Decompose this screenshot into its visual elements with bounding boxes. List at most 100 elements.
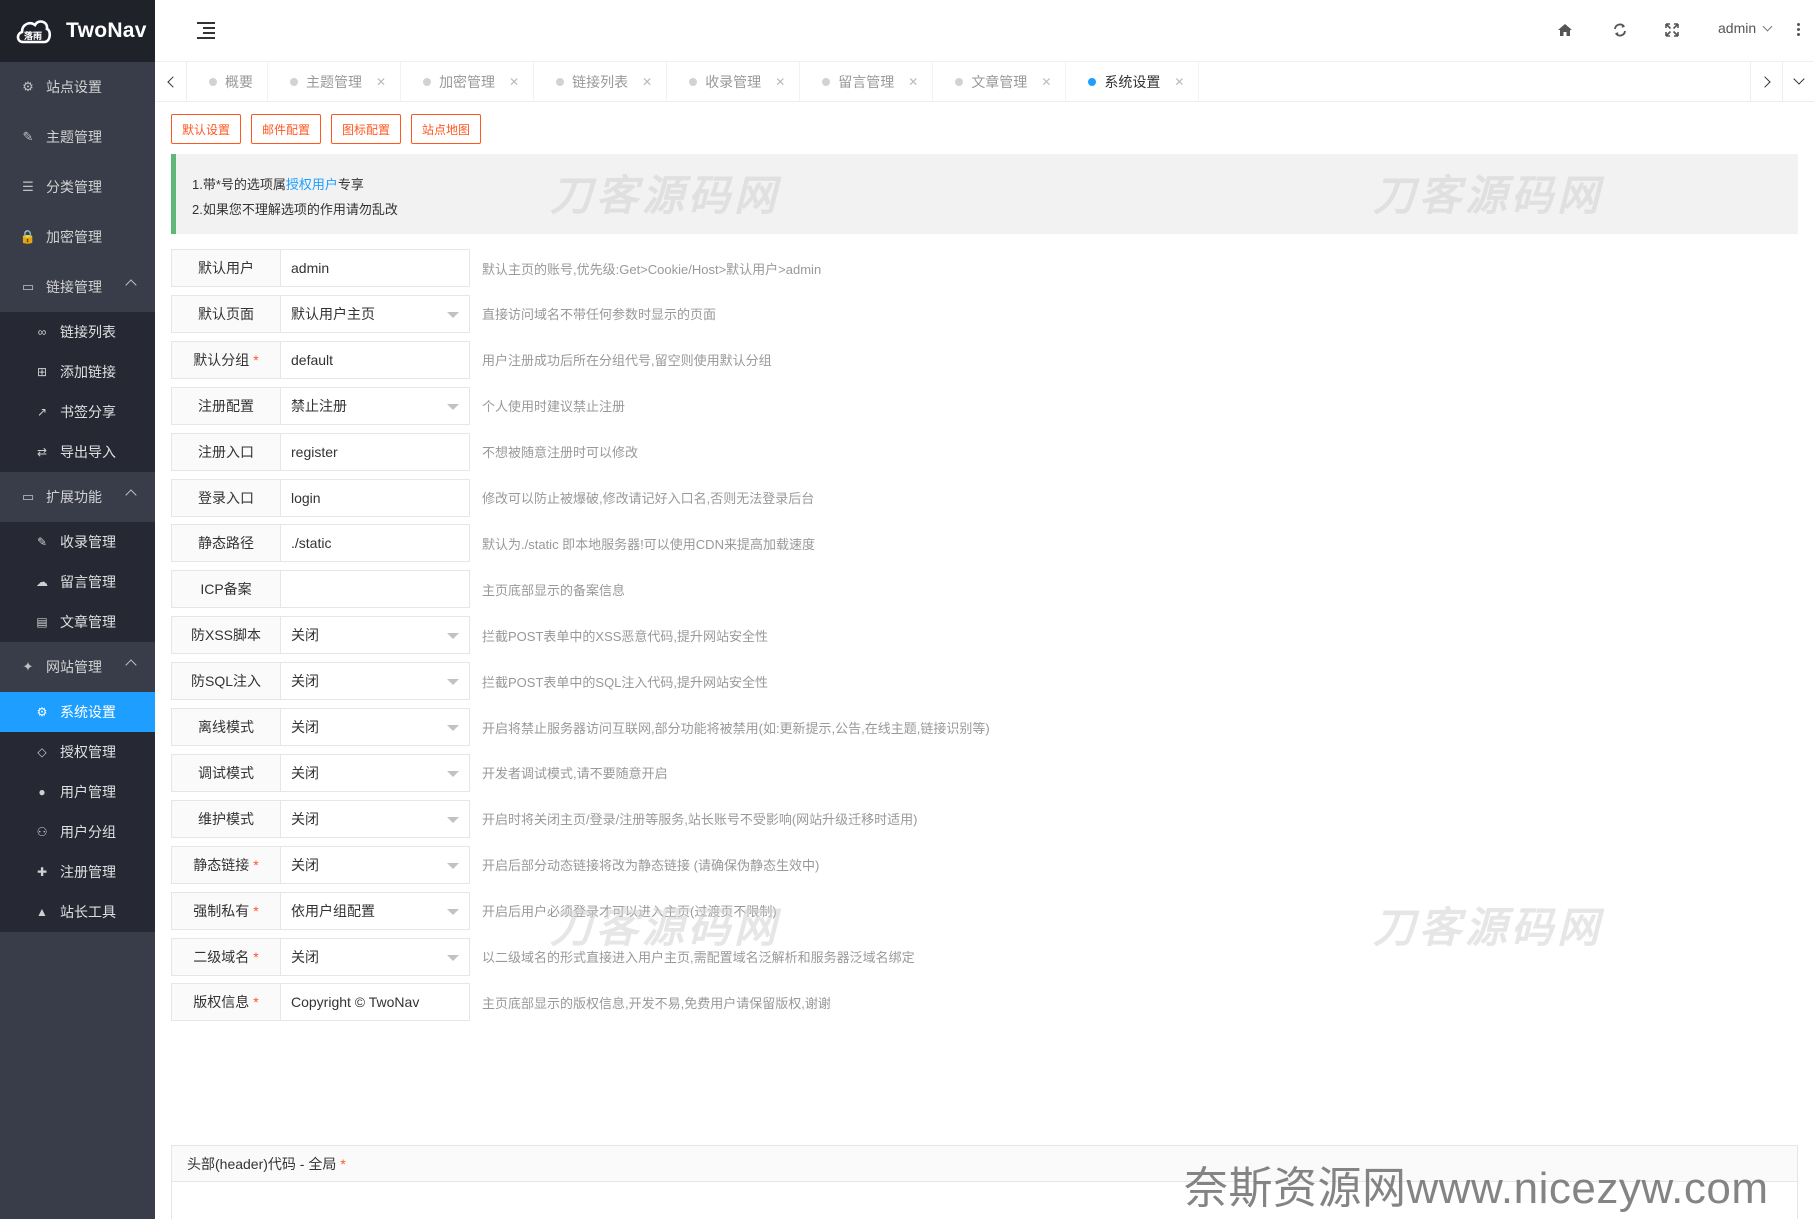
sidebar-subitem[interactable]: ⊞ 添加链接 — [0, 352, 155, 392]
form-select[interactable]: 关闭 — [280, 799, 470, 838]
user-plus-icon: ✚ — [36, 865, 48, 879]
tab-status-dot — [822, 78, 831, 86]
sidebar-item-label: 网站管理 — [46, 659, 102, 675]
sidebar-subitem[interactable]: ▤ 文章管理 — [0, 602, 155, 642]
svg-text:落雨: 落雨 — [24, 30, 42, 42]
sidebar-subitem[interactable]: ☁ 留言管理 — [0, 562, 155, 602]
fullscreen-icon[interactable] — [1662, 20, 1682, 40]
form-input[interactable]: login — [280, 478, 470, 517]
form-select[interactable]: 关闭 — [280, 708, 470, 746]
sidebar-item[interactable]: ✎ 主题管理 — [0, 112, 155, 162]
tabs-scroll-left-button[interactable] — [155, 62, 187, 102]
settings-subtab-button[interactable]: 图标配置 — [331, 114, 402, 144]
form-select[interactable]: 关闭 — [280, 616, 470, 655]
form-value: 关闭 — [291, 627, 319, 644]
magic-wand-icon: ✎ — [22, 129, 34, 144]
authorized-user-link[interactable]: 授权用户 — [286, 177, 338, 192]
tabs-scroll-right-button[interactable] — [1750, 62, 1782, 102]
form-select[interactable]: 关闭 — [280, 845, 470, 884]
settings-subtabs: 默认设置 邮件配置 图标配置 站点地图 — [171, 114, 491, 144]
page-tab[interactable]: 收录管理 ✕ — [667, 62, 801, 102]
close-icon[interactable]: ✕ — [1041, 75, 1051, 89]
form-hint: 默认主页的账号,优先级:Get>Cookie/Host>默认用户>admin — [482, 261, 822, 277]
form-label: 静态链接 * — [171, 845, 281, 884]
close-icon[interactable]: ✕ — [775, 75, 785, 89]
form-select[interactable]: 关闭 — [280, 662, 470, 701]
sidebar-subitem[interactable]: ✚ 注册管理 — [0, 852, 155, 892]
sidebar-subitem[interactable]: ∞ 链接列表 — [0, 312, 155, 352]
form-select[interactable]: 禁止注册 — [280, 386, 470, 425]
sidebar-subitem[interactable]: ⚙ 系统设置 — [0, 692, 155, 732]
tab-status-dot — [1088, 78, 1097, 86]
close-icon[interactable]: ✕ — [509, 75, 519, 89]
form-select[interactable]: 关闭 — [280, 937, 470, 976]
required-mark: * — [340, 1155, 346, 1172]
link-icon: ∞ — [37, 325, 47, 339]
user-menu[interactable]: admin — [1718, 20, 1773, 36]
sidebar-subitem[interactable]: ⚇ 用户分组 — [0, 812, 155, 852]
form-hint: 以二级域名的形式直接进入用户主页,需配置域名泛解析和服务器泛域名绑定 — [482, 950, 915, 965]
close-icon[interactable]: ✕ — [642, 75, 652, 89]
sidebar-subitem[interactable]: ▲ 站长工具 — [0, 892, 155, 932]
form-input[interactable] — [280, 570, 470, 609]
form-input[interactable]: default — [280, 340, 470, 379]
page-tab[interactable]: 留言管理 ✕ — [800, 62, 934, 102]
form-input[interactable]: Copyright © TwoNav — [280, 983, 470, 1022]
tab-status-dot — [290, 78, 298, 86]
page-tab[interactable]: 系统设置 ✕ — [1066, 62, 1200, 102]
form-label: 调试模式 — [171, 753, 281, 792]
sidebar-item[interactable]: ▭ 扩展功能 — [0, 472, 155, 522]
more-vertical-icon[interactable] — [1797, 22, 1801, 38]
form-select[interactable]: 关闭 — [280, 753, 470, 792]
form-label: ICP备案 — [171, 570, 281, 609]
settings-subtab-button[interactable]: 默认设置 — [171, 114, 242, 144]
sidebar-subitem[interactable]: ● 用户管理 — [0, 772, 155, 812]
dropdown-arrow-icon — [447, 770, 459, 777]
page-tab[interactable]: 文章管理 ✕ — [933, 62, 1067, 102]
form-select[interactable]: 默认用户主页 — [280, 294, 470, 333]
form-input[interactable]: ./static — [280, 524, 470, 563]
sidebar-item[interactable]: ✦ 网站管理 — [0, 642, 155, 692]
sidebar-item[interactable]: 🔒 加密管理 — [0, 212, 155, 262]
close-icon[interactable]: ✕ — [376, 75, 386, 89]
sidebar-item[interactable]: ☰ 分类管理 — [0, 162, 155, 212]
sidebar-subitem[interactable]: ⇄ 导出导入 — [0, 432, 155, 472]
dropdown-arrow-icon — [447, 862, 459, 869]
sidebar-item[interactable]: ⚙ 站点设置 — [0, 62, 155, 112]
page-tab[interactable]: 链接列表 ✕ — [534, 62, 668, 102]
users-icon: ⚇ — [36, 825, 48, 839]
tabs-menu-button[interactable] — [1782, 62, 1814, 102]
required-mark: * — [253, 856, 259, 873]
cloud-logo-icon: 落雨 — [14, 14, 52, 48]
page-tab[interactable]: 加密管理 ✕ — [401, 62, 535, 102]
refresh-icon[interactable] — [1610, 20, 1630, 40]
form-input[interactable]: admin — [280, 249, 470, 287]
form-select[interactable]: 依用户组配置 — [280, 891, 470, 930]
sidebar-item[interactable]: ▭ 链接管理 — [0, 262, 155, 312]
sidebar-item-label: 主题管理 — [46, 129, 102, 145]
menu-toggle-icon[interactable] — [197, 22, 215, 39]
logo[interactable]: 落雨 TwoNav — [0, 0, 155, 62]
sidebar-subitem[interactable]: ◇ 授权管理 — [0, 732, 155, 772]
page-tab[interactable]: 主题管理 ✕ — [268, 62, 402, 102]
form-row: 二级域名 * 关闭 以二级域名的形式直接进入用户主页,需配置域名泛解析和服务器泛域名绑… — [171, 937, 1798, 976]
page-tab[interactable]: 概要 — [187, 62, 268, 102]
sidebar-subitem-label: 系统设置 — [60, 704, 116, 720]
sidebar-subitem[interactable]: ✎ 收录管理 — [0, 522, 155, 562]
required-mark: * — [253, 351, 259, 368]
close-icon[interactable]: ✕ — [908, 75, 918, 89]
tab-label: 加密管理 — [439, 74, 496, 90]
sidebar-subitem-label: 用户分组 — [60, 824, 116, 840]
sidebar-subitem-label: 书签分享 — [60, 404, 116, 420]
form-row: 注册入口 register 不想被随意注册时可以修改 — [171, 432, 1798, 471]
sidebar-subitem-label: 链接列表 — [60, 324, 116, 340]
settings-subtab-button[interactable]: 站点地图 — [411, 114, 482, 144]
home-icon[interactable] — [1555, 20, 1575, 40]
form-value: register — [291, 443, 338, 460]
sidebar-subitem[interactable]: ↗ 书签分享 — [0, 392, 155, 432]
close-icon[interactable]: ✕ — [1174, 75, 1184, 89]
tab-status-dot — [556, 78, 565, 86]
form-hint: 默认为./static 即本地服务器!可以使用CDN来提高加载速度 — [482, 536, 815, 552]
form-input[interactable]: register — [280, 432, 470, 471]
settings-subtab-button[interactable]: 邮件配置 — [251, 114, 322, 144]
